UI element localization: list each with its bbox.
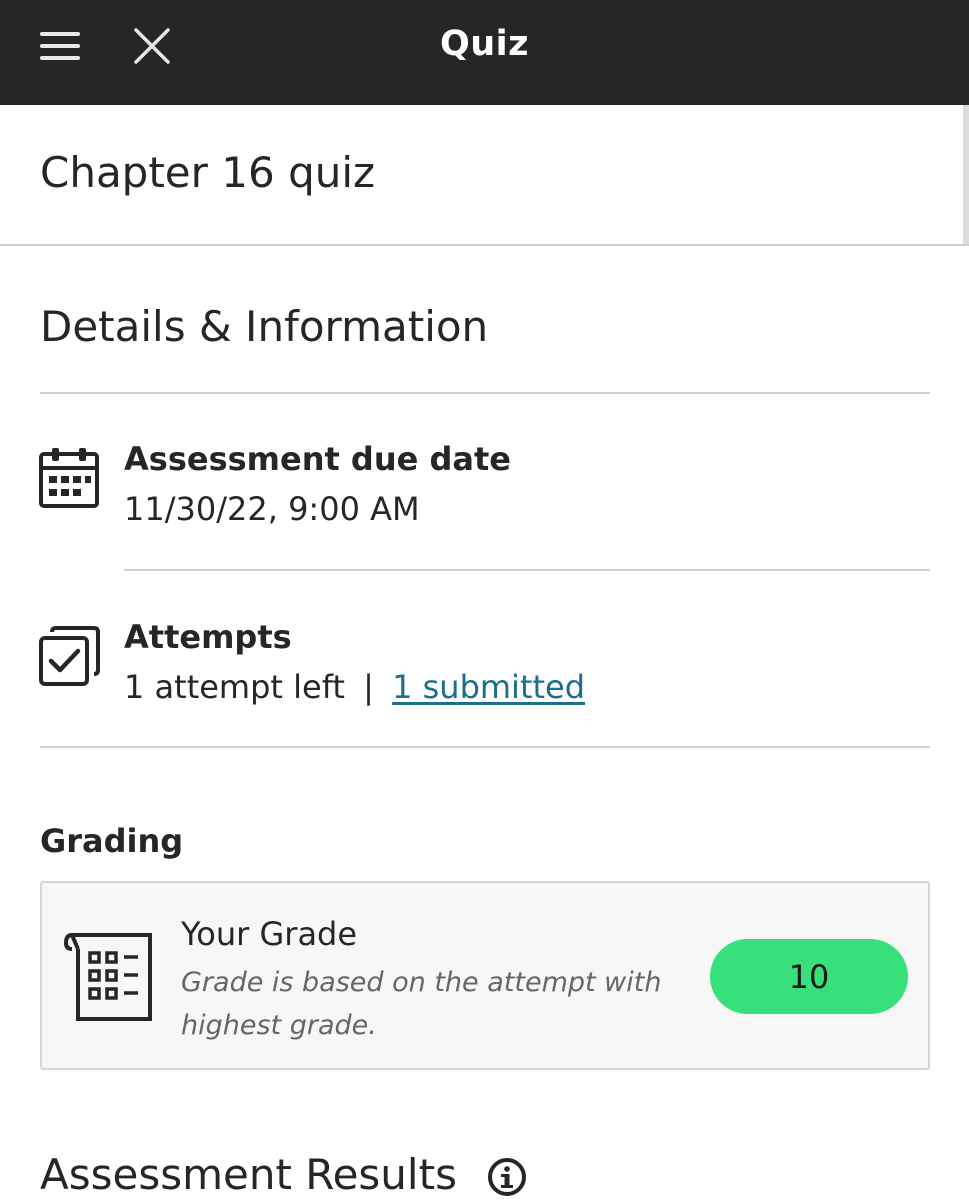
grade-card: Your Grade Grade is based on the attempt… <box>40 881 930 1070</box>
attempts-separator: | <box>363 668 374 706</box>
checkbox-stack-icon <box>38 624 102 692</box>
attempts-value: 1 attempt left | 1 submitted <box>124 668 585 706</box>
divider <box>40 746 930 748</box>
calendar-icon <box>38 446 100 514</box>
attempts-label: Attempts <box>124 618 292 656</box>
quiz-page: Quiz Chapter 16 quiz Details & Informati… <box>0 0 969 1200</box>
grade-note: Grade is based on the attempt with highe… <box>181 967 662 1041</box>
attempts-left-text: 1 attempt left <box>124 668 345 706</box>
due-date-value: 11/30/22, 9:00 AM <box>124 490 420 528</box>
assessment-title: Chapter 16 quiz <box>40 148 376 197</box>
scrollbar[interactable] <box>963 105 969 244</box>
divider <box>0 244 969 246</box>
grade-value-pill[interactable]: 10 <box>710 939 908 1014</box>
your-grade-title: Your Grade <box>181 915 358 953</box>
page-title: Quiz <box>439 24 530 64</box>
grading-heading: Grading <box>40 822 184 860</box>
due-date-label: Assessment due date <box>124 440 511 478</box>
top-bar: Quiz <box>0 0 969 105</box>
info-icon[interactable] <box>487 1157 527 1197</box>
assessment-results-heading: Assessment Results <box>40 1150 457 1199</box>
submitted-attempts-link[interactable]: 1 submitted <box>392 668 585 706</box>
divider <box>124 569 930 571</box>
details-heading: Details & Information <box>40 302 489 351</box>
divider <box>40 392 930 394</box>
gradebook-icon <box>63 929 158 1029</box>
